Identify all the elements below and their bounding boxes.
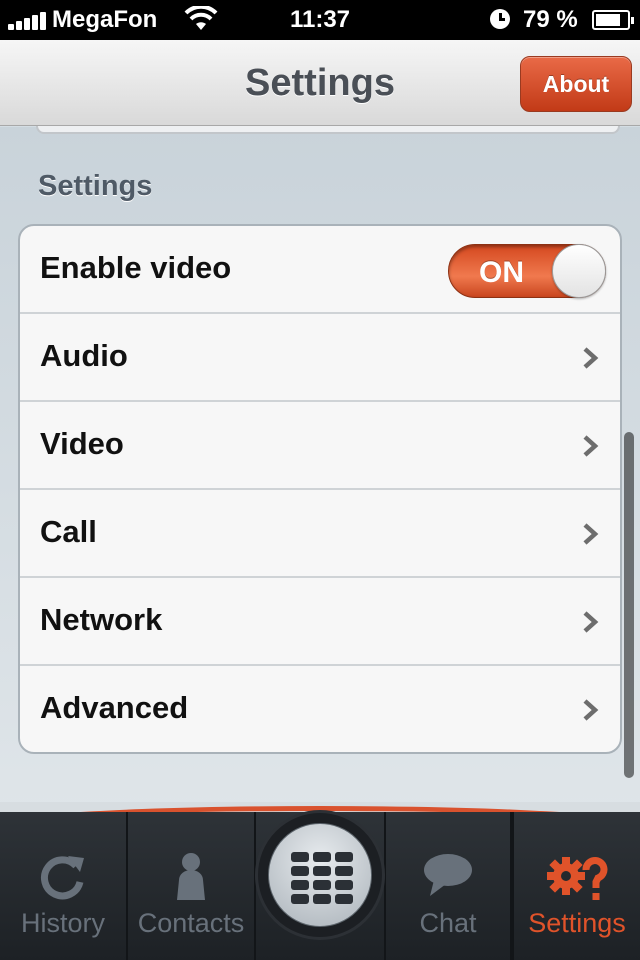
- alarm-clock-icon: [490, 9, 510, 29]
- chevron-right-icon: [583, 699, 599, 721]
- about-button[interactable]: About: [520, 56, 632, 112]
- enable-video-row: Enable video ON: [20, 226, 620, 314]
- settings-item-advanced[interactable]: Advanced: [20, 666, 620, 752]
- refresh-icon: [41, 856, 84, 900]
- tab-chat[interactable]: Chat: [384, 812, 512, 960]
- settings-item-label: Network: [40, 602, 163, 637]
- toggle-knob: [552, 244, 606, 298]
- settings-group: Enable video ON Audio Video Call Network…: [18, 224, 622, 754]
- settings-item-label: Call: [40, 514, 97, 549]
- chevron-right-icon: [583, 435, 599, 457]
- settings-item-video[interactable]: Video: [20, 402, 620, 490]
- battery-percent: 79 %: [523, 6, 578, 33]
- gear-question-icon: [547, 857, 608, 900]
- chevron-right-icon: [583, 347, 599, 369]
- settings-item-label: Audio: [40, 338, 128, 373]
- chevron-right-icon: [583, 611, 599, 633]
- enable-video-label: Enable video: [40, 250, 232, 285]
- settings-item-label: Advanced: [40, 690, 189, 725]
- tab-label: Chat: [419, 908, 477, 938]
- settings-item-call[interactable]: Call: [20, 490, 620, 578]
- battery-icon: [592, 10, 634, 30]
- tab-contacts[interactable]: Contacts: [128, 812, 256, 960]
- tab-history[interactable]: History: [0, 812, 128, 960]
- chat-bubble-icon: [424, 854, 472, 896]
- chevron-right-icon: [583, 523, 599, 545]
- scrollbar[interactable]: [624, 432, 634, 778]
- section-header: Settings: [38, 170, 153, 202]
- settings-item-audio[interactable]: Audio: [20, 314, 620, 402]
- tab-label: Contacts: [137, 908, 245, 938]
- status-bar: MegaFon 11:37 79 %: [0, 0, 640, 40]
- dialpad-icon: [268, 823, 372, 927]
- tab-label: Settings: [528, 908, 626, 938]
- toggle-on-label: ON: [479, 256, 524, 289]
- settings-item-label: Video: [40, 426, 124, 461]
- navigation-bar: Settings About: [0, 40, 640, 126]
- enable-video-toggle[interactable]: ON: [448, 244, 606, 298]
- tab-settings[interactable]: Settings: [512, 812, 640, 960]
- previous-group-edge: [36, 126, 620, 134]
- dialpad-button[interactable]: [255, 810, 385, 940]
- settings-item-network[interactable]: Network: [20, 578, 620, 666]
- person-icon: [177, 853, 205, 900]
- tab-label: History: [20, 908, 105, 938]
